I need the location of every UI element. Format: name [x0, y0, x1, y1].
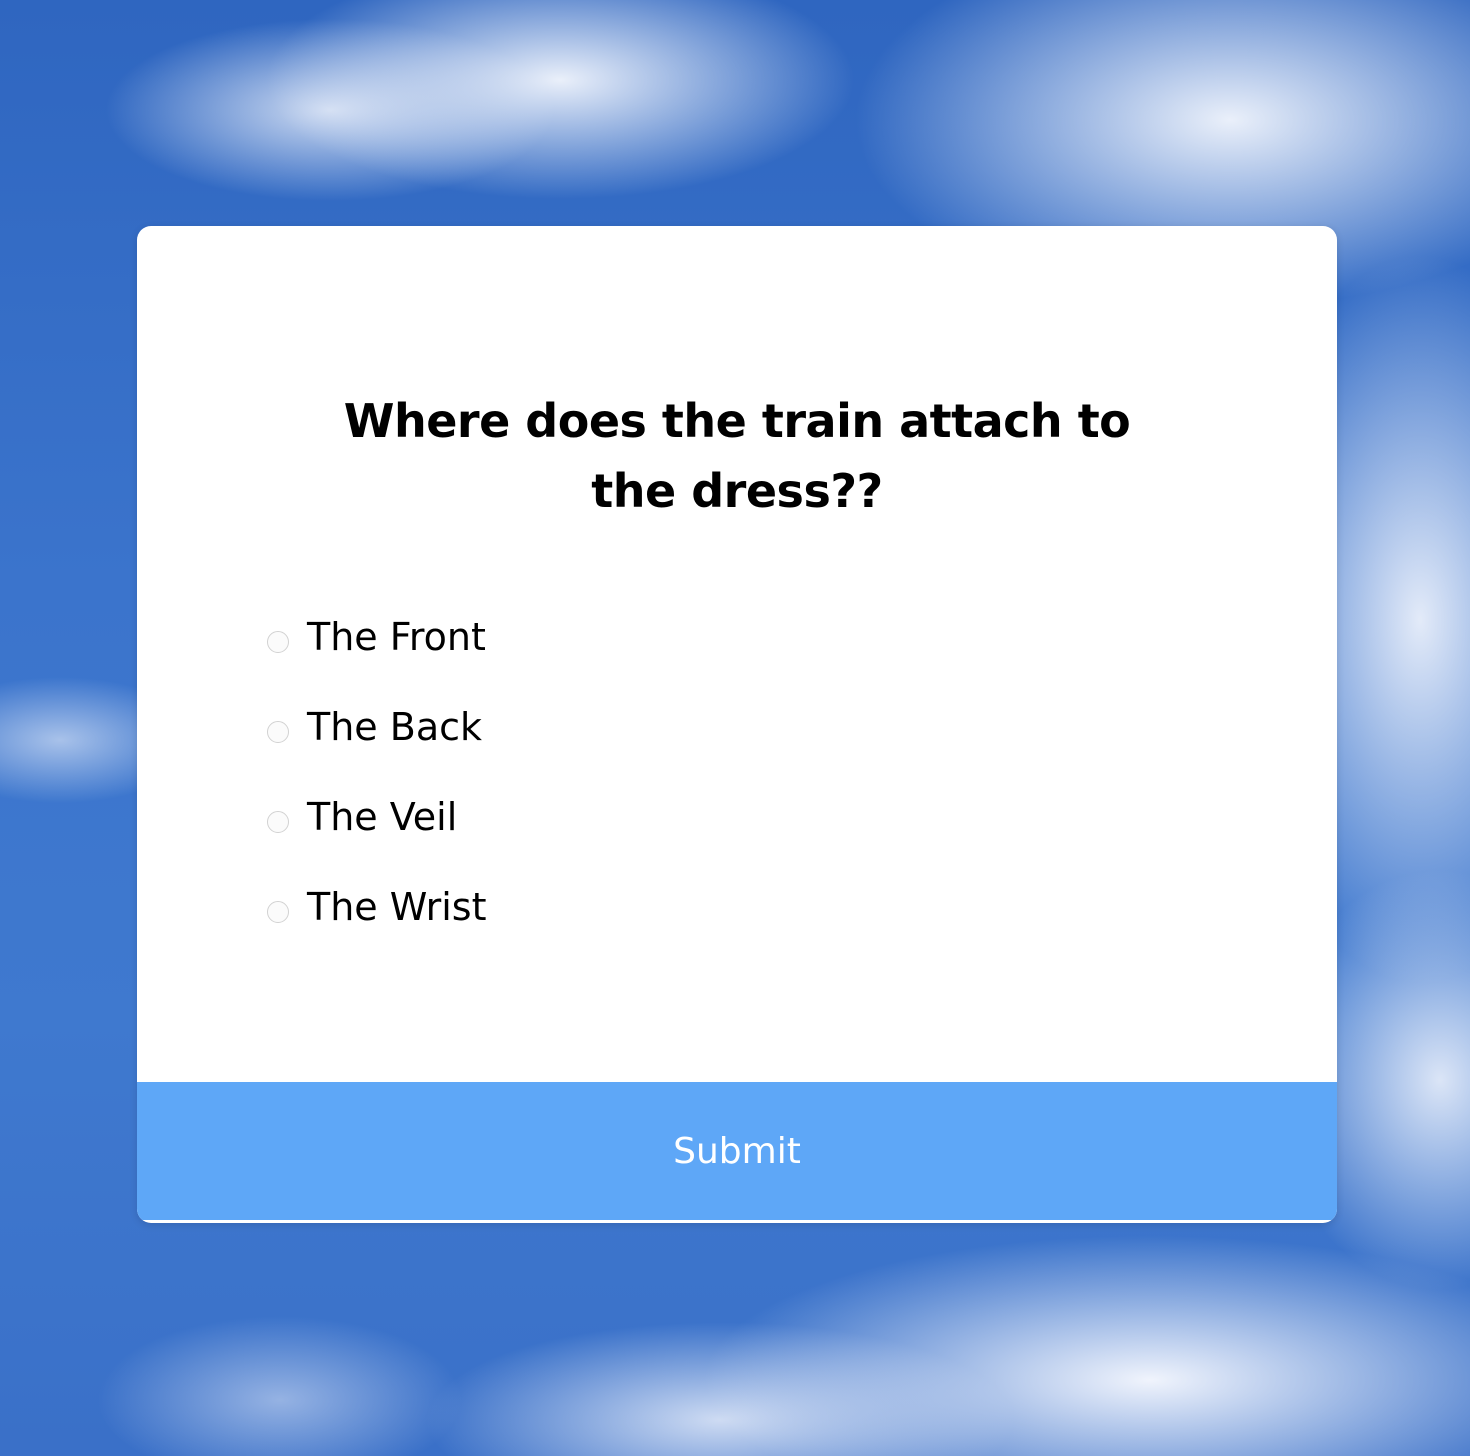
radio-button[interactable] [267, 631, 289, 653]
question-heading: Where does the train attach to the dress… [343, 394, 1131, 518]
answer-options: The Front The Back The Veil The Wrist [267, 592, 487, 952]
radio-button[interactable] [267, 721, 289, 743]
option-the-back[interactable]: The Back [267, 682, 487, 772]
option-label: The Front [307, 615, 486, 659]
submit-button[interactable]: Submit [137, 1082, 1337, 1220]
option-label: The Veil [307, 795, 458, 839]
radio-button[interactable] [267, 811, 289, 833]
option-the-wrist[interactable]: The Wrist [267, 862, 487, 952]
option-the-front[interactable]: The Front [267, 592, 487, 682]
radio-button[interactable] [267, 901, 289, 923]
option-the-veil[interactable]: The Veil [267, 772, 487, 862]
quiz-card: Where does the train attach to the dress… [137, 226, 1337, 1223]
option-label: The Back [307, 705, 483, 749]
option-label: The Wrist [307, 885, 487, 929]
